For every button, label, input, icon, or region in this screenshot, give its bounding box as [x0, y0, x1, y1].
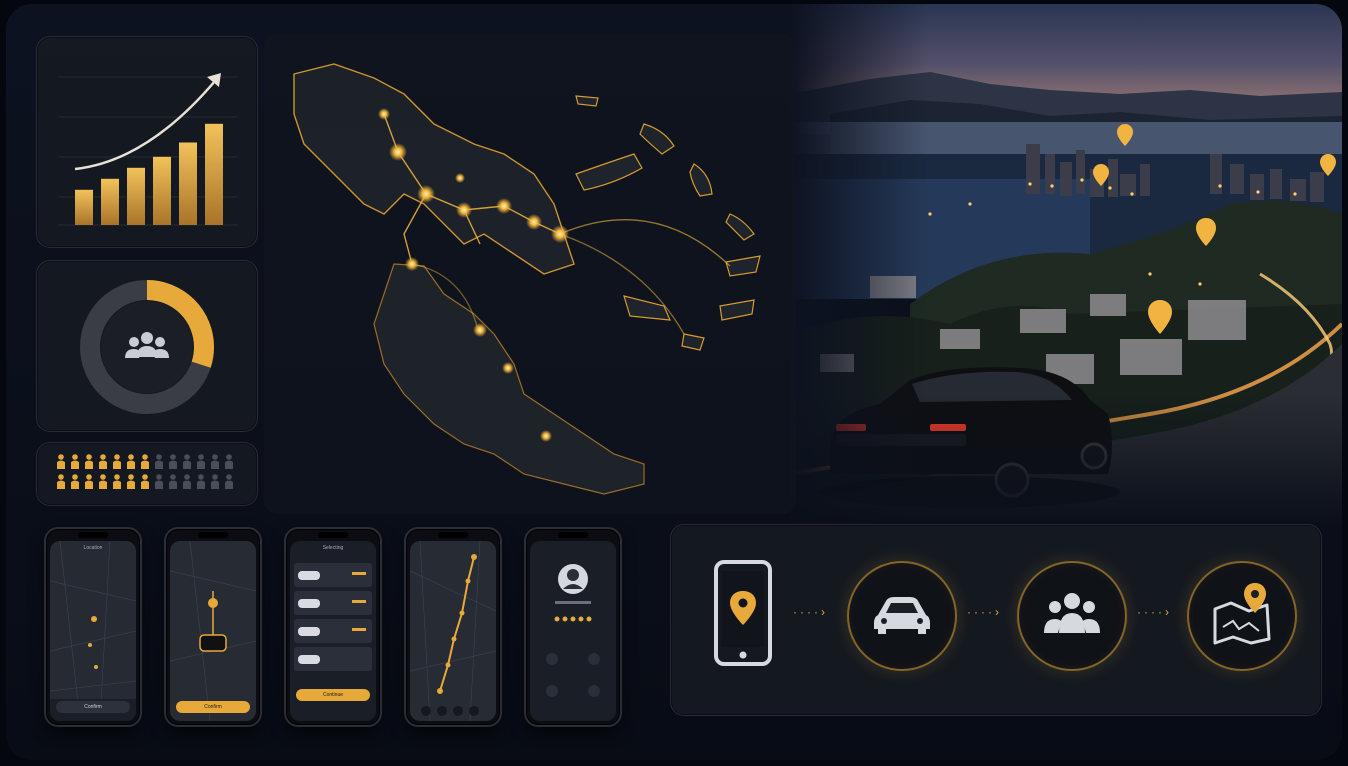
map-pin-icon: [1213, 583, 1271, 645]
confirm-button[interactable]: Confirm: [176, 701, 250, 713]
phone-route-screen[interactable]: [404, 527, 502, 727]
person-icon: [85, 454, 93, 469]
growth-bar: [153, 156, 171, 225]
flow-arrow: ····›: [793, 605, 828, 619]
person-icon: [183, 474, 191, 489]
person-icon: [99, 454, 107, 469]
profile-screen: [530, 541, 616, 721]
person-icon: [85, 474, 93, 489]
network-map: [264, 34, 796, 514]
person-icon: [169, 474, 177, 489]
route-screen: [410, 541, 496, 721]
person-icon: [225, 454, 233, 469]
group-step: [1017, 561, 1127, 671]
person-icon: [211, 474, 219, 489]
confirm-button[interactable]: Confirm: [56, 701, 130, 713]
people-grid: [57, 454, 233, 489]
phone-car-screen[interactable]: Confirm: [164, 527, 262, 727]
person-icon: [113, 454, 121, 469]
map-step: [1187, 561, 1297, 671]
person-icon: [127, 474, 135, 489]
screen-title: Location: [83, 545, 103, 551]
flow-arrow: ····›: [1137, 605, 1172, 619]
booking-flow-panel: ····› ····› ····›: [670, 524, 1322, 716]
donut-chart: [80, 280, 214, 414]
city-scene: [790, 4, 1342, 524]
phone-profile-screen[interactable]: [524, 527, 622, 727]
people-grid-panel: [36, 442, 258, 506]
person-icon: [141, 474, 149, 489]
growth-bar: [127, 167, 145, 225]
person-icon: [155, 454, 163, 469]
notch: [78, 532, 108, 538]
notch: [558, 532, 588, 538]
person-icon: [71, 474, 79, 489]
person-icon: [197, 454, 205, 469]
person-icon: [197, 474, 205, 489]
growth-bar: [101, 178, 119, 225]
arrow-up-right-icon: [207, 73, 221, 87]
person-icon: [169, 454, 177, 469]
person-icon: [141, 454, 149, 469]
phone-map-screen[interactable]: Location Confirm: [44, 527, 142, 727]
person-icon: [99, 474, 107, 489]
person-icon: [113, 474, 121, 489]
growth-bar: [75, 189, 93, 225]
notch: [438, 532, 468, 538]
person-icon: [225, 474, 233, 489]
car-step: [847, 561, 957, 671]
person-icon: [57, 454, 65, 469]
growth-chart-panel: [36, 36, 258, 248]
screen-title: Selecting: [322, 545, 344, 551]
person-icon: [57, 474, 65, 489]
app-frame: Location Confirm Confirm Selecting Conti…: [6, 4, 1342, 760]
vehicle-list-screen: Selecting Continue: [290, 541, 376, 721]
notch: [198, 532, 228, 538]
growth-bar: [179, 142, 197, 225]
continue-button[interactable]: Continue: [296, 689, 370, 701]
car-screen: Confirm: [170, 541, 256, 721]
donut-chart-panel: [36, 260, 258, 432]
person-icon: [211, 454, 219, 469]
car-icon: [874, 597, 930, 634]
notch: [318, 532, 348, 538]
map-screen: Location Confirm: [50, 541, 136, 721]
growth-bar: [205, 123, 223, 225]
phone-list-screen[interactable]: Selecting Continue: [284, 527, 382, 727]
flow-arrow: ····›: [967, 605, 1002, 619]
person-icon: [155, 474, 163, 489]
person-icon: [183, 454, 191, 469]
phone-location-icon: [714, 560, 772, 666]
group-icon: [1044, 593, 1100, 633]
person-icon: [71, 454, 79, 469]
growth-bar-chart: [59, 73, 237, 226]
person-icon: [127, 454, 135, 469]
